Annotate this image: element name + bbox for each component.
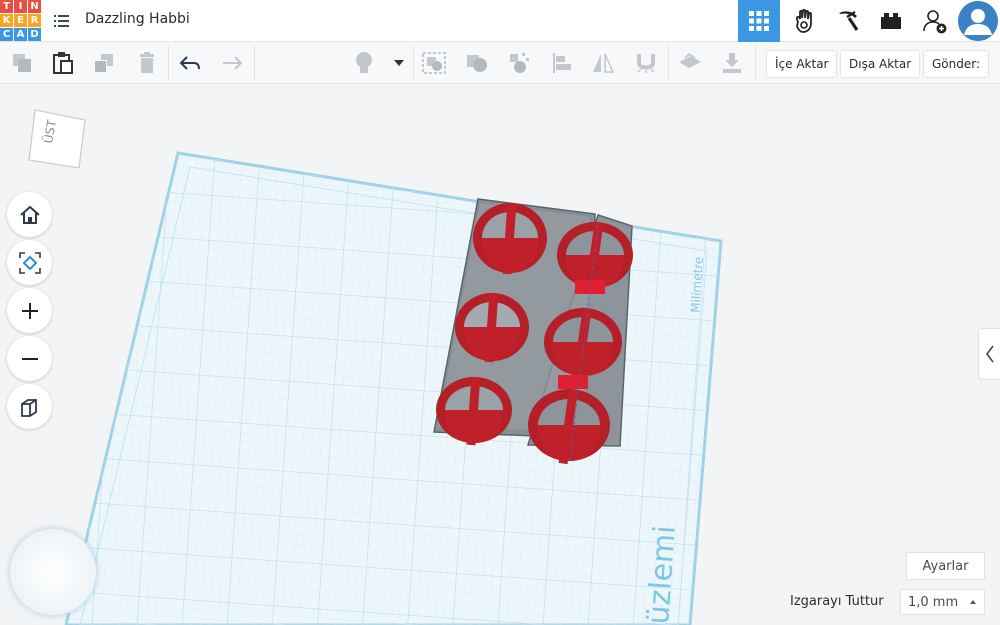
align-button[interactable] [548, 50, 576, 76]
dropdown-icon [394, 60, 404, 66]
visibility-dropdown-button[interactable] [385, 50, 413, 76]
delete-icon [140, 52, 154, 73]
logo-letter: N [28, 0, 41, 13]
import-button[interactable]: İçe Aktar [766, 50, 838, 78]
edit-toolbar: İçe Aktar Dışa Aktar Gönder: [0, 42, 1000, 84]
menu-list-icon[interactable] [54, 12, 70, 30]
logo-letter: A [14, 28, 27, 41]
magnet-icon [637, 54, 655, 73]
mirror-button[interactable] [589, 50, 617, 76]
cruise-icon [723, 53, 741, 73]
snap-grid-label: Izgarayı Tuttur [790, 594, 884, 609]
send-to-button[interactable]: Gönder: [923, 50, 990, 78]
fit-view-button[interactable] [7, 240, 52, 285]
logo-letter: I [14, 0, 27, 13]
logo-letter: D [28, 28, 41, 41]
logo-letter: R [28, 14, 41, 27]
group-button[interactable] [420, 50, 448, 76]
paste-icon [53, 52, 73, 74]
home-icon [19, 205, 40, 224]
logo-letter: T [0, 0, 13, 13]
logo-letter: C [0, 28, 13, 41]
toolbar-divider [168, 46, 169, 80]
hand-icon [796, 8, 812, 33]
ungroup-button[interactable] [504, 50, 532, 76]
logo-letter: K [0, 14, 13, 27]
projection-toggle-button[interactable] [7, 384, 52, 429]
zoom-out-button[interactable] [7, 336, 52, 381]
undo-button[interactable] [176, 50, 204, 76]
orbit-control[interactable] [9, 528, 97, 616]
logo-letter: E [14, 14, 27, 27]
tinkercad-logo[interactable]: T I N K E R C A D [0, 0, 41, 41]
workplane-button[interactable] [676, 50, 704, 76]
zoom-in-icon [21, 302, 38, 319]
zoom-out-icon [21, 357, 38, 360]
copy-button[interactable] [8, 50, 36, 76]
home-view-button[interactable] [7, 192, 52, 237]
nav-circuits-button[interactable] [783, 0, 825, 42]
workplane-title-label: üzlemi [641, 524, 683, 625]
caret-up-icon [970, 600, 976, 604]
mirror-icon [593, 53, 615, 73]
zoom-in-button[interactable] [7, 288, 52, 333]
add-user-icon [923, 10, 947, 34]
nav-bricks-button[interactable] [870, 0, 912, 42]
duplicate-icon [95, 54, 113, 72]
copy-icon [13, 54, 31, 72]
top-bar: T I N K E R C A D Dazzling Habbi [0, 0, 1000, 42]
show-hide-button[interactable] [350, 50, 378, 76]
ungroup-icon [467, 55, 487, 72]
user-avatar-icon[interactable] [958, 1, 998, 41]
nav-minecraft-button[interactable] [827, 0, 869, 42]
export-button[interactable]: Dışa Aktar [840, 50, 921, 78]
undo-icon [179, 56, 200, 70]
projection-icon [20, 398, 37, 417]
combine-button[interactable] [463, 50, 491, 76]
group-icon [422, 52, 446, 74]
align-icon [553, 53, 571, 73]
delete-button[interactable] [133, 50, 161, 76]
flip-icon [679, 52, 701, 68]
snap-grid-value: 1,0 mm [908, 594, 959, 610]
invite-user-button[interactable] [914, 0, 956, 42]
ruler-button[interactable] [718, 50, 746, 76]
toolbar-divider [668, 46, 669, 80]
snap-grid-select[interactable]: 1,0 mm [900, 589, 985, 615]
pickaxe-icon [839, 10, 859, 31]
3d-workspace[interactable]: Milimetre üzlemi ÜST Ayarlar Izgarayı Tu… [0, 84, 1000, 625]
workplane-canvas[interactable]: Milimetre üzlemi [0, 84, 1000, 625]
toolbar-divider [254, 46, 255, 80]
redo-button[interactable] [218, 50, 246, 76]
chevron-left-icon [985, 345, 994, 363]
lightbulb-icon [356, 52, 372, 73]
toolbar-divider [413, 46, 414, 80]
redo-icon [223, 56, 243, 70]
brick-icon [881, 13, 901, 29]
shapes-panel-toggle[interactable] [978, 328, 1000, 380]
duplicate-button[interactable] [90, 50, 118, 76]
cruise-button[interactable] [632, 50, 660, 76]
view-cube[interactable]: ÜST [25, 104, 86, 169]
nav-3d-design-button[interactable] [738, 0, 780, 42]
paste-button[interactable] [49, 50, 77, 76]
settings-button[interactable]: Ayarlar [906, 552, 985, 580]
project-title[interactable]: Dazzling Habbi [85, 11, 190, 27]
fit-view-icon [18, 251, 41, 274]
grid-icon [749, 11, 769, 31]
toolbar-divider [755, 46, 756, 80]
scatter-icon [510, 53, 529, 73]
